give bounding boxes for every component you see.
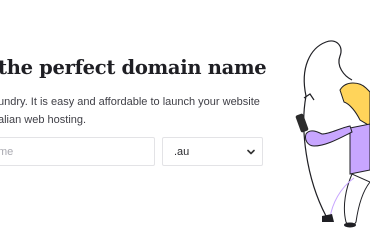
domain-search-input[interactable]: me [0, 137, 155, 166]
person-with-jump-rope-illustration [295, 40, 370, 228]
hero-subtext: undry. It is easy and affordable to laun… [0, 93, 268, 129]
chevron-down-icon [247, 149, 255, 155]
tld-selected-value: .au [174, 146, 190, 158]
domain-search-placeholder: me [0, 146, 14, 158]
hero-subtext-line-1: undry. It is easy and affordable to laun… [0, 96, 260, 108]
tld-select[interactable]: .au [162, 137, 263, 166]
hero-headline: the perfect domain name [0, 56, 267, 79]
hero-subtext-line-2: alian web hosting. [0, 114, 87, 126]
